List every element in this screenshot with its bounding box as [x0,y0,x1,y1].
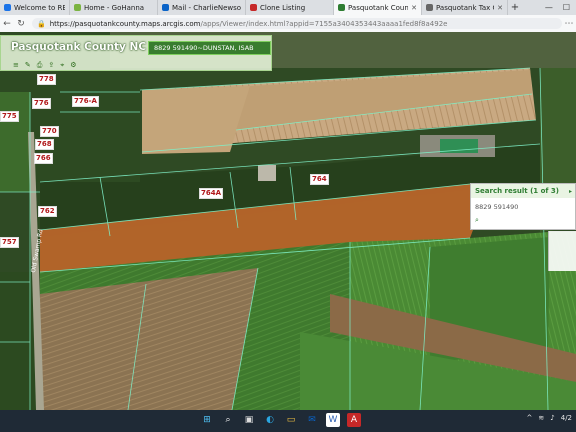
close-tab-icon[interactable]: ✕ [497,4,503,12]
tab-label: Pasquotank Tax Card [436,3,494,12]
search-result-item[interactable]: 8829 591490 [471,198,575,216]
back-arrow-icon[interactable]: ← [0,19,14,29]
windows-start-icon[interactable]: ⊞ [200,413,214,427]
mail-favicon-icon [162,4,169,11]
refresh-icon[interactable]: ↻ [14,19,28,29]
selected-parcel-title[interactable]: 8829 591490~DUNSTAN, ISAB [148,41,271,55]
edit-icon[interactable]: ✎ [25,61,31,69]
tab-label: Mail - CharlieNewsome [172,3,241,12]
parcel-label[interactable]: 770 [40,126,59,137]
wifi-icon[interactable]: ≋ [538,414,544,422]
search-result-header: Search result (1 of 3) ▸ [471,184,575,198]
settings-icon[interactable]: ⚙ [70,61,76,69]
parcel-label[interactable]: 764A [199,188,224,199]
close-tab-icon[interactable]: ✕ [411,4,417,12]
parcel-label[interactable]: 776 [32,98,51,109]
tab-tax-card[interactable]: Pasquotank Tax Card ✕ [422,0,508,15]
tab-label: Welcome to REOcentral [14,3,65,12]
minimize-icon[interactable]: — [545,3,553,12]
page-favicon-icon [426,4,433,11]
file-explorer-icon[interactable]: ▭ [284,413,298,427]
share-icon[interactable]: ⇪ [48,61,54,69]
settings-dots-icon[interactable]: ⋯ [562,19,576,29]
tab-pasquotank-county[interactable]: Pasquotank County NC ✕ [334,0,422,15]
parcel-label[interactable]: 775 [0,111,19,122]
maximize-icon[interactable]: ☐ [563,3,570,12]
parcel-label[interactable]: 778 [37,74,56,85]
app-toolbar: ≡ ✎ ⎙ ⇪ ⌖ ⚙ [1,60,111,70]
task-view-icon[interactable]: ▣ [242,413,256,427]
arcgis-favicon-icon [338,4,345,11]
tab-mail[interactable]: Mail - CharlieNewsome [158,0,246,15]
system-tray: ^ ≋ ♪ 4/2 [527,414,572,422]
browser-tab-strip: Welcome to REOcentral Home - GoHanna Mai… [0,0,576,15]
tab-label: Home - GoHanna [84,3,145,12]
print-icon[interactable]: ⎙ [37,61,43,70]
search-result-panel: Search result (1 of 3) ▸ 8829 591490 ⌕ [470,183,576,230]
layers-icon[interactable]: ≡ [13,61,19,69]
parcel-label[interactable]: 766 [34,153,53,164]
window-controls: — ☐ [545,0,576,15]
chevron-up-icon[interactable]: ^ [527,414,533,422]
parcel-label[interactable]: 762 [38,206,57,217]
reocentral-favicon-icon [4,4,11,11]
parcel-label[interactable]: 776-A [72,96,99,107]
tab-gohanna[interactable]: Home - GoHanna [70,0,158,15]
mail-icon[interactable]: ✉ [305,413,319,427]
url-path: /apps/Viewer/index.html?appid=7155a34043… [200,19,448,28]
zoom-to-icon[interactable]: ⌕ [471,216,575,225]
url-host: https://pasquotankcounty.maps.arcgis.com [49,19,201,28]
url-field[interactable]: 🔒 https://pasquotankcounty.maps.arcgis.c… [32,18,562,29]
volume-icon[interactable]: ♪ [550,414,554,422]
clock-date[interactable]: 4/2 [561,414,572,422]
lock-icon: 🔒 [37,19,46,28]
edge-browser-icon[interactable]: ◐ [263,413,277,427]
parcel-label[interactable]: 764 [310,174,329,185]
search-icon[interactable]: ⌕ [221,413,235,427]
next-result-icon[interactable]: ▸ [569,188,575,195]
parcel-label[interactable]: 768 [35,139,54,150]
tab-clone-listing[interactable]: Clone Listing [246,0,334,15]
parcel-label[interactable]: 757 [0,237,19,248]
clone-listing-favicon-icon [250,4,257,11]
gohanna-favicon-icon [74,4,81,11]
new-tab-button[interactable]: + [508,0,522,15]
acrobat-icon[interactable]: A [347,413,361,427]
word-icon[interactable]: W [326,413,340,427]
measure-icon[interactable]: ⌖ [60,61,64,70]
taskbar-apps: ⊞ ⌕ ▣ ◐ ▭ ✉ W A [200,413,361,427]
app-title: Pasquotank County NC [11,41,147,53]
address-bar: ← ↻ 🔒 https://pasquotankcounty.maps.arcg… [0,15,576,33]
tab-reocentral[interactable]: Welcome to REOcentral [0,0,70,15]
tab-label: Pasquotank County NC [348,3,408,12]
search-result-title: Search result (1 of 3) [475,187,559,195]
windows-taskbar: ⊞ ⌕ ▣ ◐ ▭ ✉ W A ^ ≋ ♪ 4/2 [0,410,576,432]
side-panel [548,231,576,271]
tab-label: Clone Listing [260,3,306,12]
